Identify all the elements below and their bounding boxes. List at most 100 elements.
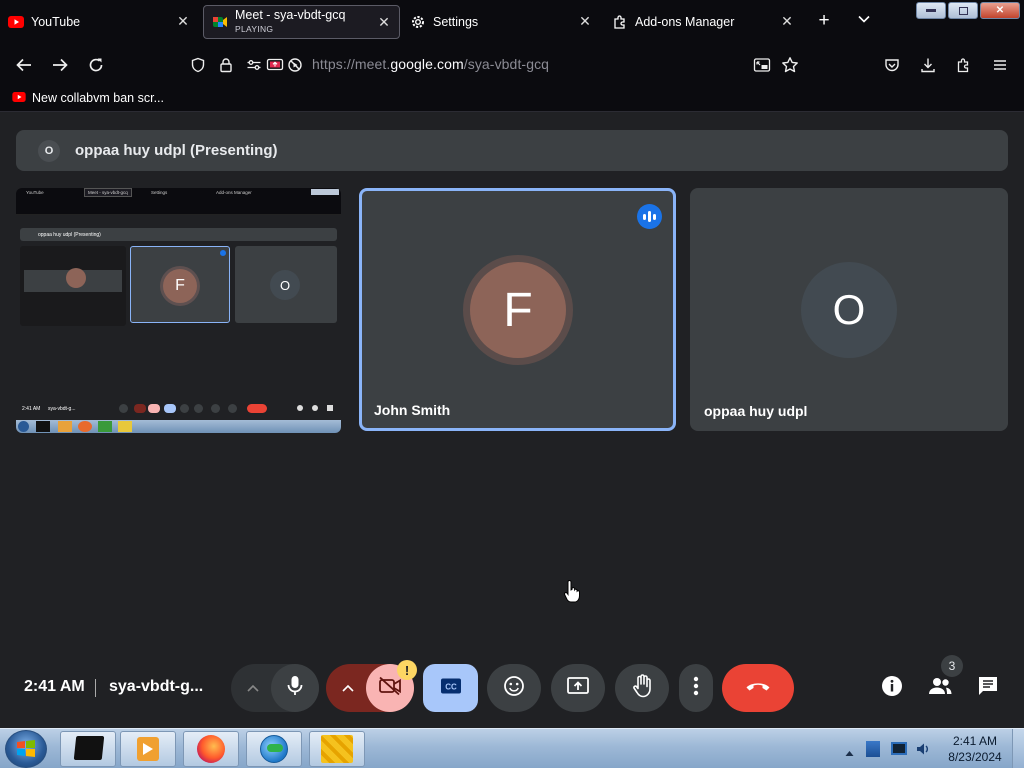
show-desktop-button[interactable] [1012, 729, 1024, 768]
hand-cursor-icon [564, 580, 580, 609]
chat-button[interactable] [971, 671, 1005, 705]
shared-tab-addons: Add-ons Manager [216, 190, 252, 195]
picture-in-picture-icon[interactable] [751, 54, 773, 76]
raise-hand-icon [632, 673, 652, 703]
new-tab-icon[interactable]: + [814, 11, 834, 31]
shared-control-bar: 2:41 AM sya-vbdt-g... [16, 400, 341, 420]
shared-avatar-f: F [163, 269, 197, 303]
taskbar-app-vm[interactable] [309, 731, 365, 767]
more-vertical-icon [693, 676, 699, 701]
show-hidden-icons[interactable] [845, 744, 854, 762]
emoji-icon [503, 675, 525, 702]
participant-name: oppaa huy udpl [704, 403, 808, 419]
shared-nested-screen [20, 246, 126, 326]
pocket-icon[interactable] [881, 54, 903, 76]
url-field[interactable]: https://meet.google.com/sya-vbdt-gcq [312, 56, 549, 72]
microphone-button[interactable] [271, 664, 319, 712]
shared-screen-tile[interactable]: YouTube Meet - sya-vbdt-gcq Settings Add… [16, 188, 341, 433]
action-center-flag-icon[interactable] [866, 741, 880, 757]
start-button[interactable] [5, 730, 47, 768]
extensions-icon[interactable] [953, 54, 975, 76]
shared-window-controls [311, 189, 339, 195]
leave-call-button[interactable] [722, 664, 794, 712]
shared-tile-oppaa: O [235, 246, 337, 323]
downloads-icon[interactable] [917, 54, 939, 76]
tab-playing-label: PLAYING [235, 23, 274, 34]
tab-title: Settings [433, 15, 479, 29]
url-path: /sya-vbdt-gcq [463, 56, 550, 72]
bookmark-item[interactable]: New collabvm ban scr... [12, 91, 164, 105]
shared-tab-bar: YouTube Meet - sya-vbdt-gcq Settings Add… [16, 188, 341, 198]
close-tab-icon[interactable]: ✕ [377, 15, 391, 29]
taskbar-app-firefox[interactable] [183, 731, 239, 767]
participant-tile-oppaa[interactable]: O oppaa huy udpl [690, 188, 1008, 431]
vm-icon [321, 735, 353, 763]
shared-banner-text: oppaa huy udpl (Presenting) [38, 232, 101, 238]
system-clock[interactable]: 2:41 AM 8/23/2024 [940, 733, 1010, 765]
audio-options-chevron-icon[interactable] [241, 676, 265, 700]
video-options-chevron-icon[interactable] [336, 676, 360, 700]
participant-count-badge: 3 [941, 655, 963, 677]
network-icon[interactable] [891, 742, 907, 755]
close-tab-icon[interactable]: ✕ [176, 14, 190, 28]
bookmark-star-icon[interactable] [779, 54, 801, 76]
camera-off-icon [378, 676, 402, 701]
hang-up-icon [745, 679, 771, 697]
chat-icon [977, 675, 999, 702]
tab-meet[interactable]: Meet - sya-vbdt-gcq PLAYING ✕ [203, 5, 400, 39]
divider [95, 679, 96, 697]
avatar: O [38, 139, 60, 162]
close-window-button[interactable]: ✕ [980, 2, 1020, 19]
more-options-button[interactable] [679, 664, 713, 712]
shared-tab-settings: Settings [151, 190, 168, 195]
tab-settings[interactable]: Settings ✕ [410, 5, 600, 39]
svg-text:CC: CC [445, 682, 457, 691]
taskbar-app-media-player[interactable] [120, 731, 176, 767]
clock-date: 8/23/2024 [948, 750, 1002, 764]
close-tab-icon[interactable]: ✕ [780, 14, 794, 28]
shared-tab-meet: Meet - sya-vbdt-gcq [84, 188, 132, 197]
avatar: F [470, 262, 566, 358]
presenting-banner: O oppaa huy udpl (Presenting) [16, 130, 1008, 171]
restore-button[interactable] [948, 2, 978, 19]
browser-tab-bar: YouTube ✕ Meet - sya-vbdt-gcq PLAYING ✕ … [0, 0, 1024, 44]
reactions-button[interactable] [487, 664, 541, 712]
info-icon [881, 675, 903, 702]
shield-icon[interactable] [187, 54, 209, 76]
reload-icon[interactable] [85, 54, 107, 76]
shared-presenting-banner: oppaa huy udpl (Presenting) [20, 228, 337, 241]
shared-time: 2:41 AM [22, 406, 41, 412]
shared-avatar-o: O [270, 270, 300, 300]
lock-icon[interactable] [215, 54, 237, 76]
permissions-icon[interactable] [243, 54, 265, 76]
firefox-icon [197, 735, 225, 763]
youtube-icon [8, 14, 24, 30]
screen-share-indicator-icon[interactable] [264, 54, 286, 76]
present-now-button[interactable] [551, 664, 605, 712]
participant-name: John Smith [374, 402, 451, 418]
participant-tile-john-smith[interactable]: F John Smith [359, 188, 676, 431]
tab-youtube[interactable]: YouTube ✕ [8, 5, 198, 39]
presenting-label: oppaa huy udpl (Presenting) [75, 142, 278, 159]
avatar: O [801, 262, 897, 358]
captions-button[interactable]: CC [423, 664, 478, 712]
list-tabs-chevron-icon[interactable] [854, 11, 874, 31]
puzzle-icon [612, 14, 628, 30]
mic-button-group [231, 664, 319, 712]
back-arrow-icon[interactable] [13, 54, 35, 76]
youtube-icon [12, 91, 26, 105]
autoplay-blocked-icon[interactable] [284, 54, 306, 76]
shared-tile-john: F [130, 246, 230, 323]
forward-arrow-icon[interactable] [49, 54, 71, 76]
raise-hand-button[interactable] [615, 664, 669, 712]
taskbar-app-downloader[interactable] [246, 731, 302, 767]
warning-badge[interactable]: ! [397, 660, 417, 680]
close-tab-icon[interactable]: ✕ [578, 14, 592, 28]
minimize-button[interactable] [916, 2, 946, 19]
meeting-details-button[interactable] [875, 671, 909, 705]
taskbar-app-terminal[interactable] [60, 731, 116, 767]
bookmark-label: New collabvm ban scr... [32, 91, 164, 105]
menu-hamburger-icon[interactable] [989, 54, 1011, 76]
volume-icon[interactable] [915, 741, 931, 762]
tab-addons[interactable]: Add-ons Manager ✕ [612, 5, 802, 39]
